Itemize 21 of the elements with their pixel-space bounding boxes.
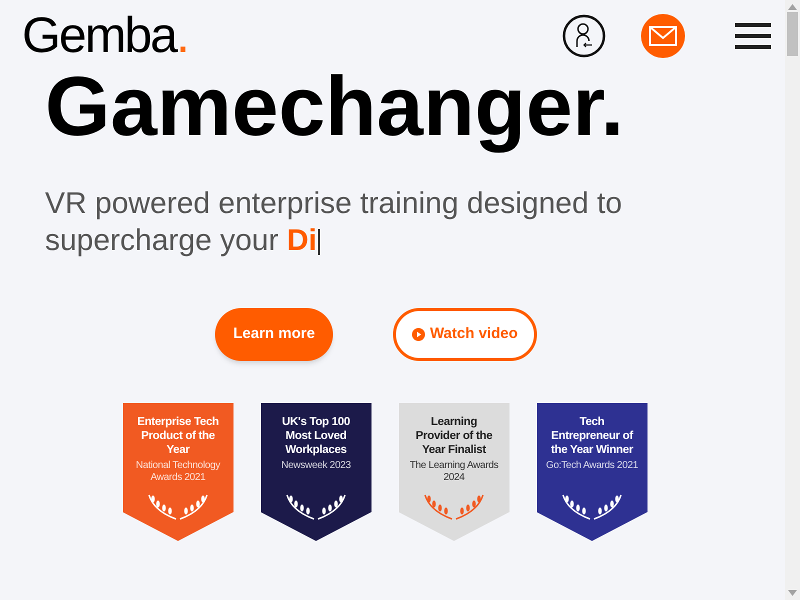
play-icon <box>412 328 425 341</box>
scroll-thumb[interactable] <box>787 12 798 56</box>
award-title: Enterprise Tech Product of the Year <box>136 415 220 457</box>
watch-video-button[interactable]: Watch video <box>392 308 537 361</box>
scroll-up-icon[interactable] <box>788 4 797 10</box>
menu-icon[interactable] <box>735 23 771 49</box>
logo[interactable]: Gemba. <box>22 10 188 60</box>
headline: Gamechanger. <box>45 60 624 152</box>
award-title: Learning Provider of the Year Finalist <box>414 415 494 457</box>
learn-more-button[interactable]: Learn more <box>215 308 333 361</box>
scroll-down-icon[interactable] <box>788 590 797 596</box>
tagline: VR powered enterprise training designed to supercharge your Di <box>45 186 624 259</box>
award-source: National Technology Awards 2021 <box>134 460 222 484</box>
scrollbar[interactable] <box>785 0 800 600</box>
award-source: Newsweek 2023 <box>280 460 352 472</box>
award-title: Tech Entrepreneur of the Year Winner <box>550 415 634 457</box>
account-icon[interactable] <box>562 14 606 58</box>
award-source: The Learning Awards 2024 <box>408 460 500 484</box>
mail-icon[interactable] <box>641 14 685 58</box>
award-source: Go:Tech Awards 2021 <box>545 460 639 472</box>
award-title: UK's Top 100 Most Loved Workplaces <box>281 415 351 457</box>
